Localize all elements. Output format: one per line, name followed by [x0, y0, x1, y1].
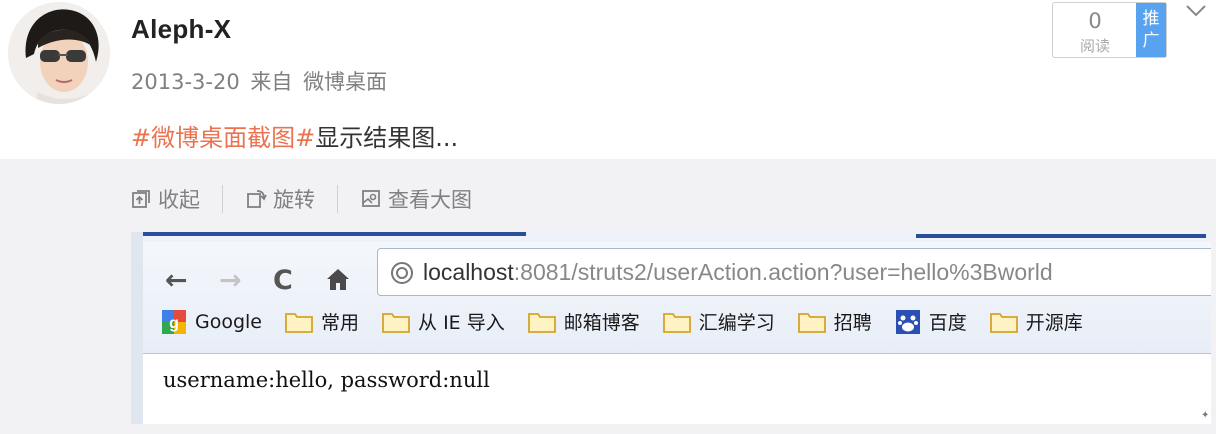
- collapse-button[interactable]: 收起: [130, 184, 200, 214]
- folder-icon: [989, 312, 1018, 333]
- google-icon: g: [162, 309, 186, 334]
- page-output: username:hello, password:null: [163, 368, 490, 392]
- bookmarks-bar: g Google 常用 从 IE 导入 邮箱博客 汇编学习 招聘 百度 开源库: [161, 308, 1106, 335]
- address-bar: localhost:8081/struts2/userAction.action…: [377, 248, 1211, 296]
- bookmark-item: g Google: [161, 309, 262, 335]
- media-toolbar: 收起 旋转 查看大图: [130, 184, 472, 214]
- topic-link[interactable]: #微博桌面截图#: [131, 124, 315, 152]
- folder-icon: [797, 312, 826, 333]
- svg-text:g: g: [169, 315, 179, 332]
- post-meta: 2013-3-20 来自 微博桌面: [131, 66, 391, 96]
- page-icon: [391, 262, 413, 284]
- view-large-button[interactable]: 查看大图: [360, 184, 472, 214]
- collapse-icon: [132, 190, 150, 208]
- read-count: 0: [1088, 9, 1102, 33]
- browser-frame-edge: [131, 232, 143, 424]
- avatar[interactable]: [8, 2, 110, 104]
- bookmark-item: 招聘: [797, 308, 872, 335]
- baidu-icon: [895, 309, 920, 334]
- view-large-icon: [362, 190, 380, 207]
- bookmark-item: 百度: [895, 308, 967, 335]
- browser-frame-top: [131, 232, 1211, 242]
- bookmark-item: 开源库: [989, 308, 1083, 335]
- url-text: localhost:8081/struts2/userAction.action…: [423, 259, 1053, 286]
- forward-icon: →: [219, 265, 242, 296]
- toolbar-divider: [337, 185, 338, 213]
- post-date[interactable]: 2013-3-20: [131, 70, 240, 94]
- url-host: localhost: [423, 259, 514, 285]
- toolbar-divider: [222, 185, 223, 213]
- folder-icon: [527, 312, 556, 333]
- reload-icon: C: [273, 265, 293, 296]
- chevron-down-icon[interactable]: [1183, 0, 1209, 22]
- bookmark-item: 常用: [285, 308, 359, 335]
- username[interactable]: Aleph-X: [131, 14, 231, 45]
- bookmark-item: 邮箱博客: [527, 308, 640, 335]
- rotate-icon: [247, 190, 267, 208]
- browser-chrome: ← → C localhost:8081/struts2/userAction.…: [143, 242, 1211, 354]
- source-prefix: 来自: [250, 70, 293, 94]
- post-text: #微博桌面截图#显示结果图...: [131, 118, 458, 153]
- post-source[interactable]: 微博桌面: [303, 70, 387, 94]
- url-path: :8081/struts2/userAction.action?user=hel…: [513, 259, 1053, 285]
- bookmark-item: 从 IE 导入: [382, 308, 505, 335]
- read-count-box: 0 阅读 推广: [1052, 2, 1167, 58]
- promote-label: 推广: [1142, 9, 1160, 51]
- collapse-label: 收起: [158, 188, 200, 212]
- rotate-label: 旋转: [273, 188, 315, 212]
- bookmark-item: 汇编学习: [662, 308, 775, 335]
- view-large-label: 查看大图: [388, 188, 472, 212]
- read-label: 阅读: [1079, 37, 1110, 55]
- resize-grip-icon: ✦: [1201, 410, 1210, 421]
- post-image[interactable]: ← → C localhost:8081/struts2/userAction.…: [131, 232, 1211, 424]
- folder-icon: [382, 312, 410, 333]
- rotate-button[interactable]: 旋转: [245, 184, 315, 214]
- media-panel: 收起 旋转 查看大图 ← → C localhost:8081/struts2/…: [0, 159, 1216, 434]
- folder-icon: [285, 312, 313, 333]
- post-body: 显示结果图...: [315, 124, 459, 152]
- folder-icon: [662, 312, 691, 333]
- promote-button[interactable]: 推广: [1136, 3, 1166, 57]
- back-icon: ←: [165, 265, 188, 296]
- home-icon: [325, 267, 351, 298]
